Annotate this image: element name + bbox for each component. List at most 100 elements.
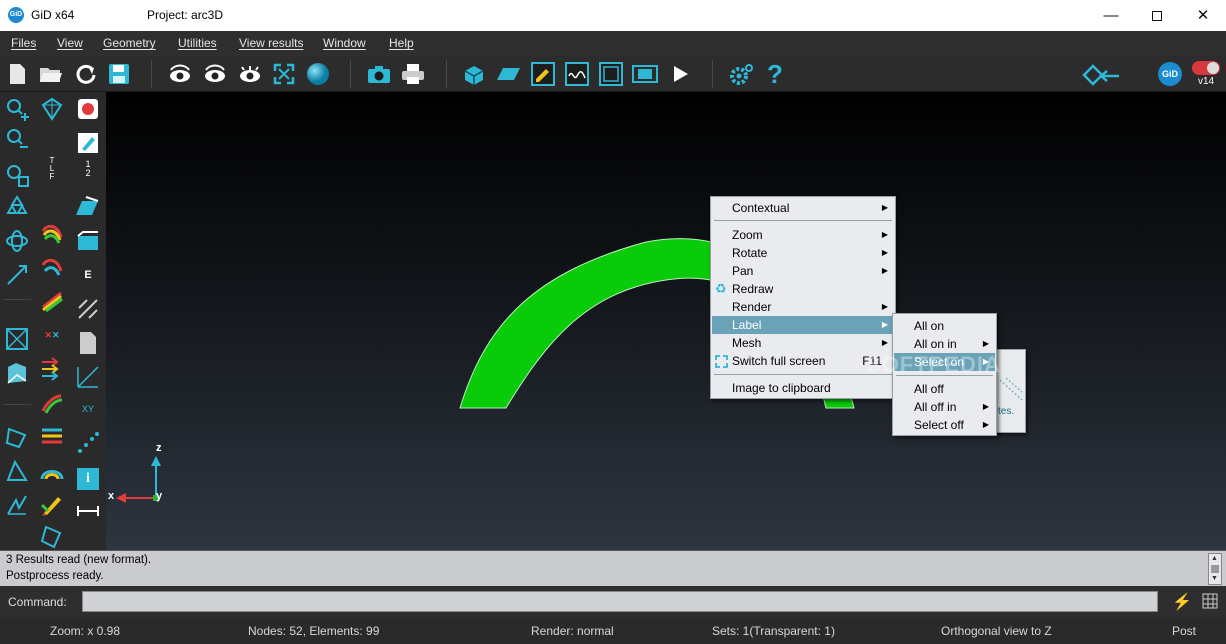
menu-view-results[interactable]: View results bbox=[239, 36, 303, 50]
menu-files[interactable]: Files bbox=[11, 36, 36, 50]
smooth-contour-icon[interactable] bbox=[39, 288, 65, 314]
submenu-item-select-off[interactable]: Select off ▶ bbox=[894, 416, 995, 434]
box-plane-icon[interactable] bbox=[75, 228, 101, 254]
surface-plane-icon[interactable] bbox=[496, 61, 522, 87]
mesh-view-icon[interactable] bbox=[39, 96, 65, 122]
cut-plane-icon[interactable] bbox=[39, 524, 65, 550]
menu-item-mesh[interactable]: Mesh ▶ bbox=[712, 334, 894, 352]
new-file-button[interactable] bbox=[4, 61, 30, 87]
submenu-item-all-on[interactable]: All on bbox=[894, 317, 995, 335]
menu-item-rotate[interactable]: Rotate ▶ bbox=[712, 244, 894, 262]
maximize-button[interactable] bbox=[1134, 0, 1180, 31]
redraw-recycle-icon[interactable] bbox=[4, 194, 30, 220]
print-icon[interactable] bbox=[400, 61, 426, 87]
menu-item-pan[interactable]: Pan ▶ bbox=[712, 262, 894, 280]
edit-pencil-icon[interactable] bbox=[75, 130, 101, 156]
menu-item-render[interactable]: Render ▶ bbox=[712, 298, 894, 316]
rotate-view-right-icon[interactable] bbox=[202, 61, 228, 87]
animation-film-icon[interactable] bbox=[632, 61, 658, 87]
document-icon[interactable] bbox=[75, 330, 101, 356]
command-input[interactable] bbox=[82, 591, 1158, 612]
hatch-icon[interactable] bbox=[75, 296, 101, 322]
play-icon[interactable] bbox=[667, 61, 693, 87]
pan-arrow-icon[interactable] bbox=[4, 262, 30, 288]
rotate-orbit-icon[interactable] bbox=[4, 228, 30, 254]
lightning-icon[interactable]: ⚡ bbox=[1172, 592, 1192, 612]
submenu-item-all-off[interactable]: All off bbox=[894, 380, 995, 398]
scroll-up-icon[interactable]: ▲ bbox=[1211, 555, 1218, 562]
menu-geometry[interactable]: Geometry bbox=[103, 36, 156, 50]
vector-icon[interactable] bbox=[4, 492, 30, 518]
contour-fill-icon[interactable] bbox=[530, 61, 556, 87]
xy-axes-icon[interactable]: XY bbox=[75, 396, 101, 422]
eye-view-icon[interactable] bbox=[237, 61, 263, 87]
polygon-icon[interactable] bbox=[4, 424, 30, 450]
main-toolbar: ? GiD v14 bbox=[0, 56, 1226, 92]
grid-icon[interactable] bbox=[1202, 593, 1218, 609]
help-question-icon[interactable]: ? bbox=[762, 61, 788, 87]
reload-button[interactable] bbox=[73, 61, 99, 87]
project-title: Project: arc3D bbox=[147, 8, 224, 22]
version-label: v14 bbox=[1197, 76, 1215, 87]
submenu-item-all-off-in[interactable]: All off in ▶ bbox=[894, 398, 995, 416]
menu-window[interactable]: Window bbox=[323, 36, 366, 50]
submenu-item-all-on-in[interactable]: All on in ▶ bbox=[894, 335, 995, 353]
console-scrollbar[interactable]: ▲ ▼ bbox=[1208, 553, 1222, 585]
scroll-down-icon[interactable]: ▼ bbox=[1211, 575, 1218, 582]
point-cloud-icon[interactable] bbox=[75, 430, 101, 456]
deformed-mesh-icon[interactable] bbox=[39, 458, 65, 484]
left-toolbar-3: 12 E XY i bbox=[71, 92, 105, 550]
zoom-out-icon[interactable] bbox=[4, 126, 30, 152]
rainbow-contour-icon[interactable] bbox=[39, 220, 65, 246]
measure-distance-icon[interactable] bbox=[75, 498, 101, 524]
menu-view[interactable]: View bbox=[57, 36, 83, 50]
menu-utilities[interactable]: Utilities bbox=[178, 36, 217, 50]
frame-view-icon[interactable] bbox=[598, 61, 624, 87]
render-sphere-icon[interactable] bbox=[305, 61, 331, 87]
volume-render-icon[interactable] bbox=[4, 360, 30, 386]
camera-snapshot-icon[interactable] bbox=[366, 61, 392, 87]
stream-lines-icon[interactable] bbox=[39, 424, 65, 450]
numbered-list-icon[interactable]: 12 bbox=[75, 156, 101, 182]
menu-item-contextual[interactable]: Contextual ▶ bbox=[712, 199, 894, 217]
menu-item-label[interactable]: Label ▶ bbox=[712, 316, 894, 334]
menu-item-redraw[interactable]: ♻ Redraw bbox=[712, 280, 894, 298]
rotate-view-left-icon[interactable] bbox=[167, 61, 193, 87]
menu-item-image-to-clipboard[interactable]: Image to clipboard bbox=[712, 379, 894, 397]
graphics-viewport[interactable]: z x y bbox=[106, 92, 1226, 550]
draw-surface-icon[interactable] bbox=[75, 194, 101, 220]
triangle-icon[interactable] bbox=[4, 458, 30, 484]
zoom-frame-icon[interactable] bbox=[271, 61, 297, 87]
axis-y-label: y bbox=[156, 490, 163, 502]
output-console: 3 Results read (new format). Postprocess… bbox=[0, 550, 1226, 586]
graph-window-icon[interactable] bbox=[564, 61, 590, 87]
gid-window: GiD GiD x64 Project: arc3D — ✕ Files Vie… bbox=[0, 0, 1226, 644]
scatter-axes-icon[interactable] bbox=[75, 364, 101, 390]
graph-pencil-icon[interactable] bbox=[39, 492, 65, 518]
version-switch[interactable]: v14 bbox=[1190, 59, 1222, 89]
contour-lines-icon[interactable] bbox=[39, 254, 65, 280]
preprocess-toggle-icon[interactable] bbox=[1081, 61, 1121, 87]
zoom-in-icon[interactable] bbox=[4, 96, 30, 122]
mesh-cube-icon[interactable] bbox=[461, 61, 487, 87]
iso-surfaces-icon[interactable] bbox=[39, 390, 65, 416]
menu-help[interactable]: Help bbox=[389, 36, 414, 50]
result-values-icon[interactable]: ✕ ✕ bbox=[39, 322, 65, 348]
mesh-box-icon[interactable] bbox=[4, 326, 30, 352]
save-button[interactable] bbox=[106, 61, 132, 87]
scroll-thumb[interactable] bbox=[1211, 565, 1219, 573]
tlf-labels-icon[interactable]: TLF bbox=[39, 156, 65, 182]
info-icon[interactable]: i bbox=[75, 466, 101, 492]
label-e-icon[interactable]: E bbox=[75, 262, 101, 288]
settings-gear-icon[interactable] bbox=[728, 61, 754, 87]
record-icon[interactable] bbox=[75, 96, 101, 122]
axis-x-label: x bbox=[108, 490, 115, 502]
status-sets: Sets: 1(Transparent: 1) bbox=[712, 624, 835, 638]
close-button[interactable]: ✕ bbox=[1180, 0, 1226, 31]
status-nodes: Nodes: 52, Elements: 99 bbox=[248, 624, 380, 638]
open-folder-button[interactable] bbox=[38, 61, 64, 87]
menu-item-zoom[interactable]: Zoom ▶ bbox=[712, 226, 894, 244]
zoom-window-icon[interactable] bbox=[4, 162, 30, 188]
minimize-button[interactable]: — bbox=[1088, 0, 1134, 31]
display-vectors-icon[interactable] bbox=[39, 356, 65, 382]
